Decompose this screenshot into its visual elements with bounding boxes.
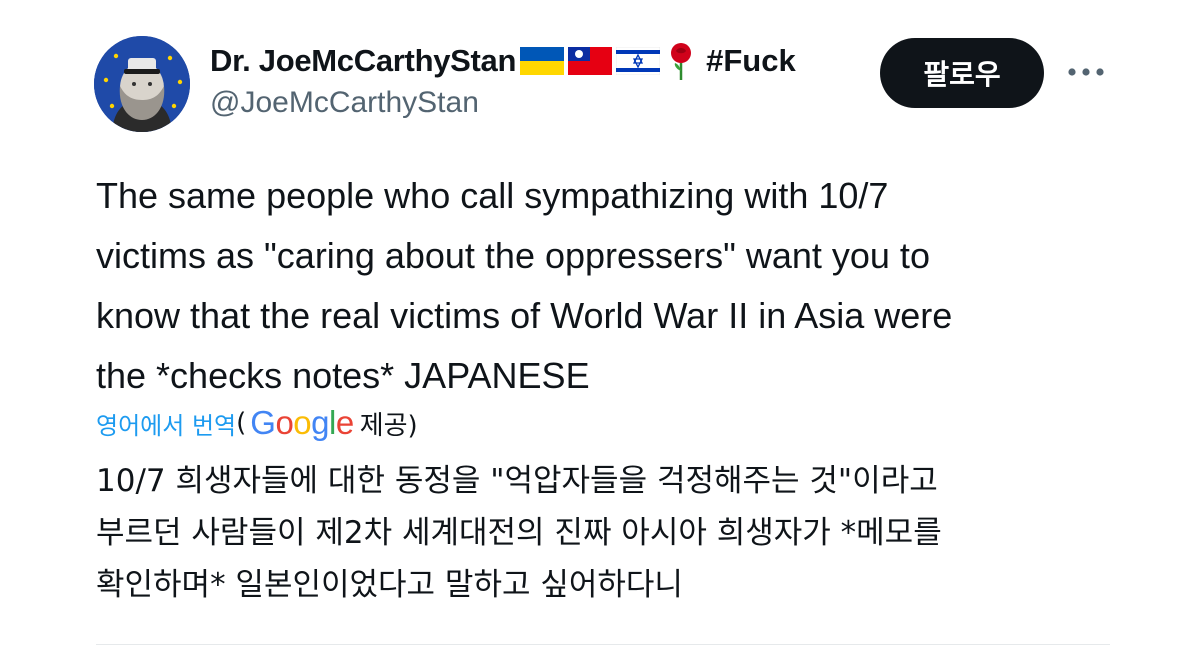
tweet-text: The same people who call sympathizing wi… xyxy=(96,166,1106,406)
tweet-card: Dr. JoeMcCarthyStan #Fuck @JoeMcCarthySt… xyxy=(0,0,1179,648)
google-logo: Google xyxy=(250,404,354,441)
ukraine-flag-icon xyxy=(520,47,565,75)
follow-button[interactable]: 팔로우 xyxy=(880,38,1044,108)
israel-flag-icon xyxy=(616,47,661,75)
author-display-name[interactable]: Dr. JoeMcCarthyStan xyxy=(210,43,516,79)
more-horizontal-icon[interactable] xyxy=(1066,52,1106,92)
translated-from-english-link[interactable]: 영어에서 번역 xyxy=(96,406,236,441)
rose-icon xyxy=(668,41,694,81)
translated-text: 10/7 희생자들에 대한 동정을 "억압자들을 걱정해주는 것"이라고 부르던… xyxy=(96,455,1116,611)
tweet-text-line: the *checks notes* JAPANESE xyxy=(96,355,590,396)
open-paren: ( xyxy=(236,408,247,438)
tweet-text-line: victims as "caring about the oppressers"… xyxy=(96,235,930,276)
translated-text-line: 확인하며* 일본인이었다고 말하고 싶어하다니 xyxy=(96,567,683,603)
tweet-text-line: The same people who call sympathizing wi… xyxy=(96,175,889,216)
avatar-image xyxy=(94,36,190,132)
author-name-hashtag: #Fuck xyxy=(706,43,796,78)
author-handle[interactable]: @JoeMcCarthyStan xyxy=(210,86,479,120)
provided-label: 제공) xyxy=(359,410,418,441)
taiwan-flag-icon xyxy=(568,47,613,75)
translation-attribution: 영어에서 번역 ( Google 제공) xyxy=(96,398,418,448)
translated-text-line: 부르던 사람들이 제2차 세계대전의 진짜 아시아 희생자가 *메모를 xyxy=(96,515,942,551)
author-name-row[interactable]: Dr. JoeMcCarthyStan #Fuck xyxy=(210,40,865,82)
translated-text-line: 10/7 희생자들에 대한 동정을 "억압자들을 걱정해주는 것"이라고 xyxy=(96,463,938,499)
divider xyxy=(96,644,1110,645)
avatar[interactable] xyxy=(94,36,190,132)
tweet-text-line: know that the real victims of World War … xyxy=(96,295,953,336)
